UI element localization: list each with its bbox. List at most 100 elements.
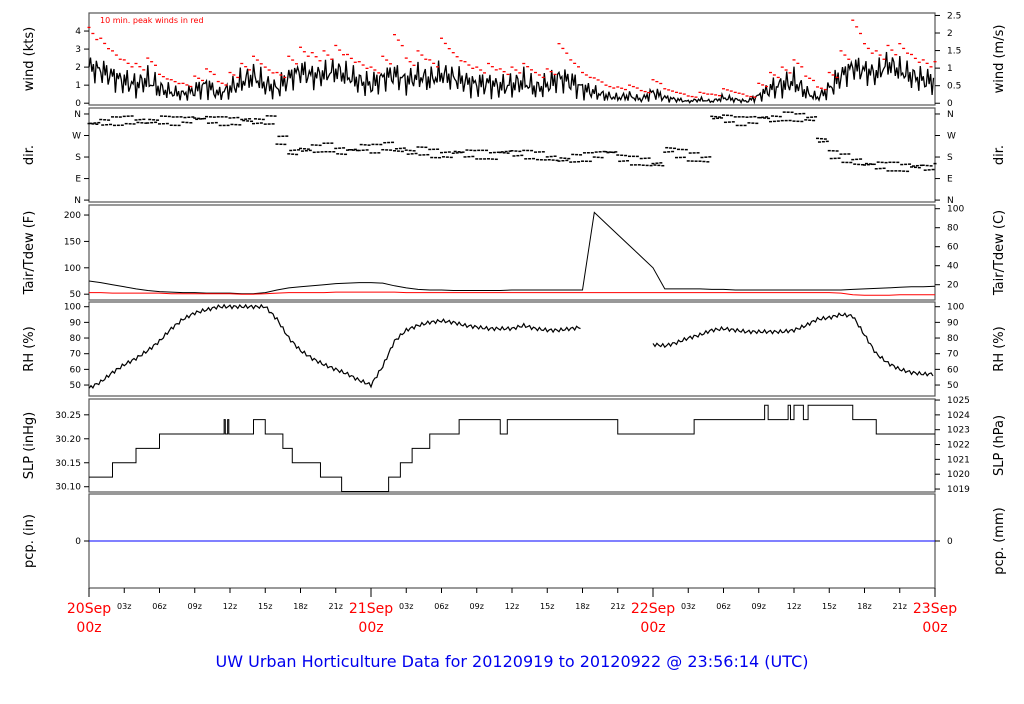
y-tick-label: 70: [70, 350, 82, 360]
x-tick-label: 15z: [258, 602, 272, 611]
x-tick-label: 21z: [893, 602, 907, 611]
chart-title: UW Urban Horticulture Data for 20120919 …: [216, 652, 809, 671]
y-tick-label: E: [75, 175, 81, 185]
x-day-hour-label: 00z: [358, 620, 383, 636]
y-tick-label: 30.15: [55, 459, 81, 469]
y-right-tick-label: 60: [947, 365, 959, 375]
y-right-tick-label: 0.5: [947, 82, 961, 92]
y-axis-label: SLP (inHg): [22, 412, 37, 480]
y-right-tick-label: 2.5: [947, 11, 961, 21]
panel-frame: [88, 301, 936, 397]
y-tick-label: 30.20: [55, 435, 81, 445]
weather-chart: 0123400.511.522.5wind (kts) wind (m/s)NES…: [22, 11, 1007, 671]
y-right-tick-label: 70: [947, 350, 959, 360]
y-tick-label: 1: [75, 81, 81, 91]
x-day-hour-label: 00z: [640, 620, 665, 636]
x-tick-label: 18z: [575, 602, 589, 611]
y-axis-label: pcp. (in): [22, 514, 37, 568]
y-tick-label: 100: [64, 264, 81, 274]
y-tick-label: 100: [64, 303, 81, 313]
x-tick-label: 21z: [611, 602, 625, 611]
y-tick-label: 30.10: [55, 483, 81, 493]
y-right-tick-label: 40: [947, 262, 959, 272]
x-axis: 20Sep 00z 03z 06z 09z 12z 15z 18z 21z 21Sep 00z 03z…: [67, 588, 957, 636]
y-right-tick-label: 1023: [947, 426, 970, 436]
x-tick-label: 03z: [117, 602, 131, 611]
x-tick-label: 18z: [857, 602, 871, 611]
y-axis-label: dir.: [22, 145, 37, 165]
x-tick-label: 09z: [752, 602, 766, 611]
x-tick-label: 06z: [152, 602, 166, 611]
y-axis-right-label: SLP (hPa): [992, 415, 1007, 476]
y-right-tick-label: 1024: [947, 411, 970, 421]
y-tick-label: N: [74, 110, 81, 120]
panel-frame: [88, 204, 936, 301]
y-right-tick-label: N: [947, 110, 954, 120]
y-right-tick-label: 100: [947, 303, 964, 313]
x-tick-label: 06z: [716, 602, 730, 611]
x-day-hour-label: 00z: [922, 620, 947, 636]
x-day-hour-label: 00z: [76, 620, 101, 636]
x-tick-label: 03z: [681, 602, 695, 611]
y-tick-label: 60: [70, 365, 82, 375]
y-tick-label: W: [72, 132, 81, 142]
panel-slp: 30.10 30.15 30.20 30.25 1019 1020 1021 1022 1023…: [22, 396, 1007, 495]
y-right-tick-label: S: [947, 153, 953, 163]
panel-wind: 0 1 2 3 4 0 0.5 1 1.5 2 2.5 wind (kts) wind (m/s): [22, 11, 1007, 109]
y-axis-label: Tair/Tdew (F): [22, 211, 37, 296]
x-tick-label: 21z: [329, 602, 343, 611]
y-right-tick-label: 80: [947, 334, 959, 344]
x-day-label: 21Sep: [349, 601, 393, 617]
y-axis-label: wind (kts): [22, 27, 37, 91]
y-right-tick-label: 100: [947, 205, 964, 215]
y-right-tick-label: 60: [947, 243, 959, 253]
y-tick-label: 0: [75, 99, 81, 109]
y-right-tick-label: 20: [947, 281, 959, 291]
x-tick-label: 09z: [188, 602, 202, 611]
y-tick-label: 50: [70, 290, 82, 300]
air-temp-line: [88, 211, 936, 295]
y-right-tick-label: 90: [947, 318, 959, 328]
y-tick-label: 2: [75, 63, 81, 73]
y-tick-label: N: [74, 196, 81, 206]
panel-dir: NESWNNESWNdir. dir.: [22, 107, 1007, 206]
y-right-tick-label: W: [947, 132, 956, 142]
y-right-tick-label: E: [947, 175, 953, 185]
x-day-label: 23Sep: [913, 601, 957, 617]
y-right-tick-label: 1019: [947, 485, 970, 495]
y-right-tick-label: 1.5: [947, 47, 961, 57]
y-right-tick-label: 1020: [947, 470, 970, 480]
y-axis-right-label: dir.: [992, 145, 1007, 165]
panel-rh: 50 60 70 80 90 100 50 60 70 80 90 100 RH (%) RH (%): [22, 301, 1007, 397]
y-right-tick-label: 0: [947, 99, 953, 109]
x-day-label: 22Sep: [631, 601, 675, 617]
y-axis-right-label: pcp. (mm): [992, 507, 1007, 574]
panels: 0123400.511.522.5wind (kts) wind (m/s)NES…: [22, 11, 1007, 589]
y-tick-label: 150: [64, 237, 81, 247]
x-tick-label: 06z: [434, 602, 448, 611]
y-right-tick-label: 0: [947, 537, 953, 547]
y-tick-label: 80: [70, 334, 82, 344]
y-right-tick-label: 50: [947, 381, 959, 391]
y-tick-label: 50: [70, 381, 82, 391]
y-right-tick-label: 1: [947, 64, 953, 74]
y-right-tick-label: 80: [947, 224, 959, 234]
panel-temp: 50 100 150 200 20 40 60 80 100 Tair/Tdew (F) Tair/…: [22, 204, 1007, 301]
x-tick-label: 15z: [540, 602, 554, 611]
y-tick-label: S: [75, 153, 81, 163]
x-tick-label: 09z: [470, 602, 484, 611]
x-tick-label: 18z: [293, 602, 307, 611]
x-tick-label: 15z: [822, 602, 836, 611]
y-axis-right-label: wind (m/s): [992, 25, 1007, 94]
y-axis-label: RH (%): [22, 326, 37, 371]
x-day-label: 20Sep: [67, 601, 111, 617]
slp-step-line: [89, 404, 935, 493]
x-tick-label: 03z: [399, 602, 413, 611]
y-axis-right-label: Tair/Tdew (C): [992, 210, 1007, 296]
y-tick-label: 4: [75, 27, 81, 37]
y-right-tick-label: 1022: [947, 441, 970, 451]
y-tick-label: 90: [70, 318, 82, 328]
panel-pcp: 0 0 pcp. (in) pcp. (mm): [22, 493, 1007, 589]
y-tick-label: 3: [75, 45, 81, 55]
y-axis-right-label: RH (%): [992, 326, 1007, 371]
